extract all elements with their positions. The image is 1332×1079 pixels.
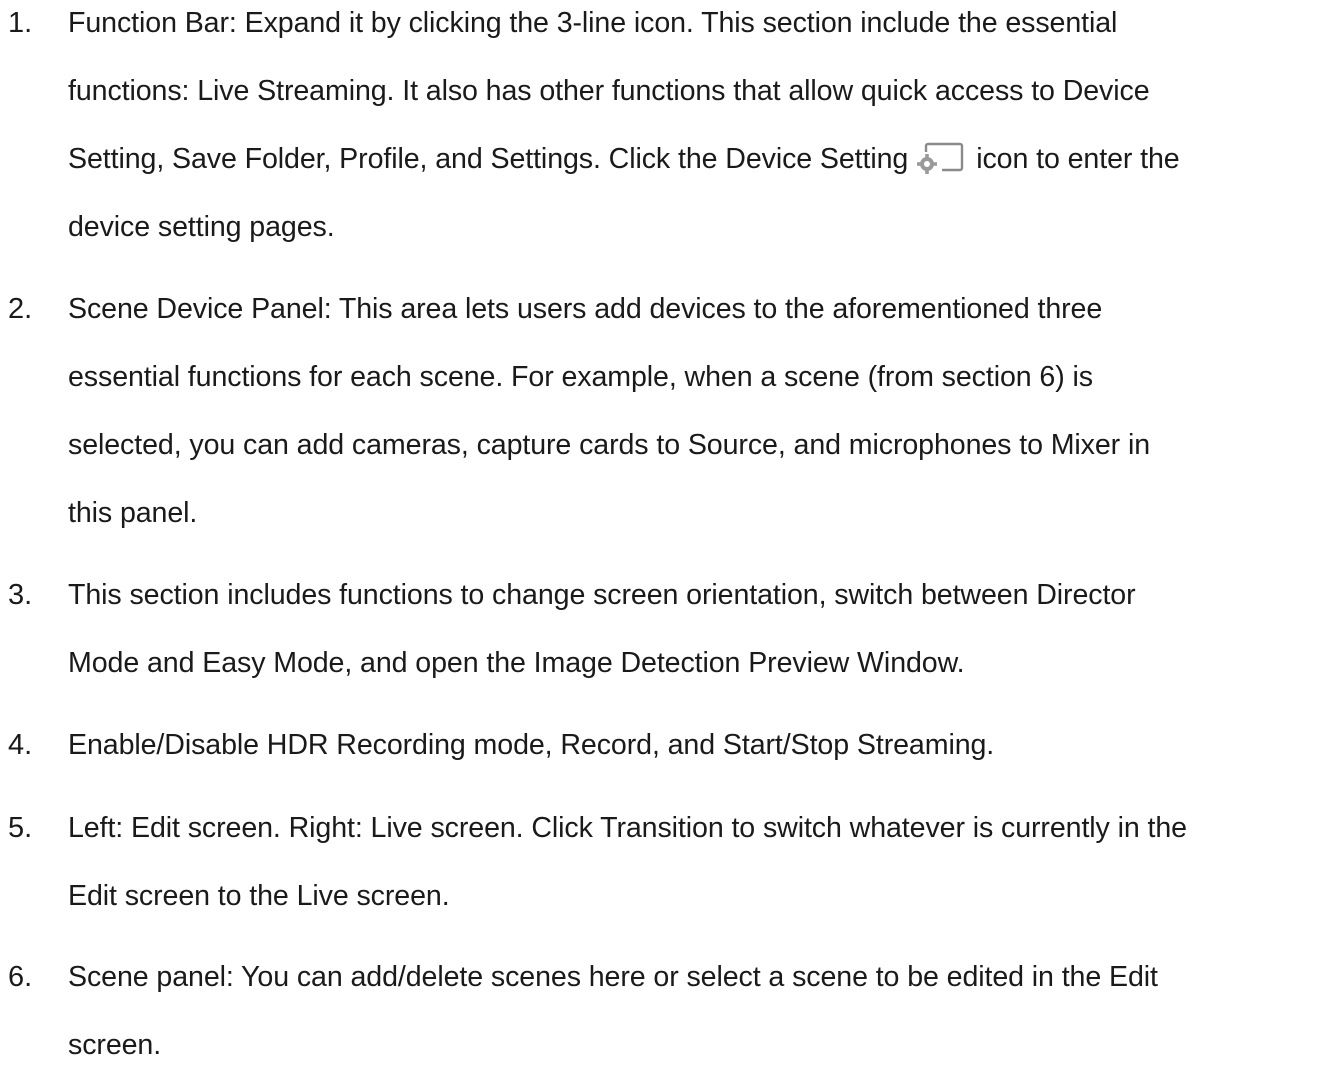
text-line: functions: Live Streaming. It also has o… bbox=[68, 75, 1150, 107]
text-line-with-icon: Setting, Save Folder, Profile, and Setti… bbox=[68, 125, 1328, 193]
text-fragment: icon to enter the bbox=[976, 143, 1180, 175]
list-item-text: This section includes functions to chang… bbox=[68, 561, 1328, 697]
text-line: screen. bbox=[68, 1029, 162, 1061]
text-line: Mode and Easy Mode, and open the Image D… bbox=[68, 647, 965, 679]
list-item-text: Scene panel: You can add/delete scenes h… bbox=[68, 943, 1328, 1079]
list-item-text: Enable/Disable HDR Recording mode, Recor… bbox=[68, 711, 1328, 779]
text-line: Function Bar: Expand it by clicking the … bbox=[68, 7, 1118, 39]
text-line: device setting pages. bbox=[68, 211, 335, 243]
text-line: This section includes functions to chang… bbox=[68, 579, 1136, 611]
list-item-text: Function Bar: Expand it by clicking the … bbox=[68, 0, 1328, 261]
list-item-text: Scene Device Panel: This area lets users… bbox=[68, 275, 1328, 547]
list-number: 4. bbox=[8, 729, 33, 761]
list-number: 3. bbox=[8, 579, 33, 611]
text-line: Scene panel: You can add/delete scenes h… bbox=[68, 961, 1158, 993]
text-line: essential functions for each scene. For … bbox=[68, 361, 1093, 393]
text-line: Scene Device Panel: This area lets users… bbox=[68, 293, 1103, 325]
text-line: Left: Edit screen. Right: Live screen. C… bbox=[68, 812, 1187, 844]
text-line: Enable/Disable HDR Recording mode, Recor… bbox=[68, 729, 995, 761]
text-line: selected, you can add cameras, capture c… bbox=[68, 429, 1151, 461]
list-number: 5. bbox=[8, 812, 33, 844]
text-line: Edit screen to the Live screen. bbox=[68, 880, 450, 912]
device-setting-icon bbox=[916, 142, 964, 176]
list-number: 1. bbox=[8, 7, 33, 39]
list-number: 6. bbox=[8, 961, 33, 993]
list-number: 2. bbox=[8, 293, 33, 325]
list-item-text: Left: Edit screen. Right: Live screen. C… bbox=[68, 794, 1328, 930]
text-fragment: Setting, Save Folder, Profile, and Setti… bbox=[68, 143, 909, 175]
text-line: this panel. bbox=[68, 497, 198, 529]
